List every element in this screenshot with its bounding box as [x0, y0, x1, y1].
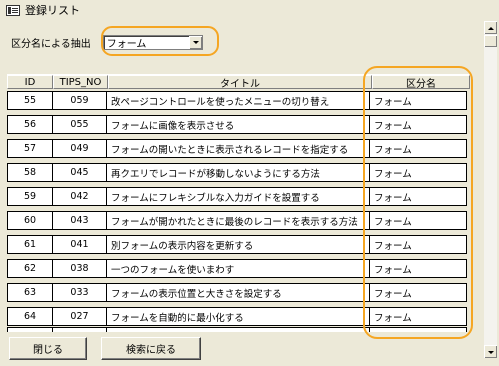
cell-id[interactable]: 57: [7, 139, 53, 158]
cell-category[interactable]: フォーム: [369, 211, 467, 230]
list-row[interactable]: 60 043 フォームが開かれたときに最後のレコードを表示する方法 フォーム: [7, 211, 467, 230]
list-row-partial: [7, 327, 467, 332]
cell-tips-no[interactable]: 045: [52, 163, 107, 182]
list-row[interactable]: 64 027 フォームを自動的に最小化する フォーム: [7, 307, 467, 326]
list-row[interactable]: 57 049 フォームの開いたときに表示されるレコードを指定する フォーム: [7, 139, 467, 158]
cell-category[interactable]: フォーム: [369, 259, 467, 278]
vertical-scrollbar[interactable]: [484, 21, 497, 358]
filter-row: 区分名による抽出 フォーム: [11, 32, 203, 52]
cell-title[interactable]: 再クエリでレコードが移動しないようにする方法: [106, 163, 370, 182]
column-header-tips-no: TIPS_NO: [53, 75, 108, 89]
scroll-thumb[interactable]: [484, 35, 497, 47]
cell-tips-no[interactable]: 049: [52, 139, 107, 158]
record-list: ID TIPS_NO タイトル 区分名 55 059 改ページコントロールを使っ…: [7, 74, 470, 332]
close-button[interactable]: 閉じる: [9, 337, 87, 360]
cell-title[interactable]: 一つのフォームを使いまわす: [106, 259, 370, 278]
column-header-id: ID: [7, 75, 53, 89]
cell-tips-no[interactable]: 033: [52, 283, 107, 302]
cell-category[interactable]: フォーム: [369, 91, 467, 110]
cell-category[interactable]: フォーム: [369, 235, 467, 254]
list-row[interactable]: 55 059 改ページコントロールを使ったメニューの切り替え フォーム: [7, 91, 467, 110]
cell-id[interactable]: 62: [7, 259, 53, 278]
cell-category[interactable]: フォーム: [369, 139, 467, 158]
cell-title[interactable]: フォームが開かれたときに最後のレコードを表示する方法: [106, 211, 370, 230]
cell-tips-no[interactable]: 043: [52, 211, 107, 230]
cell-id[interactable]: 61: [7, 235, 53, 254]
cell-title[interactable]: フォームの開いたときに表示されるレコードを指定する: [106, 139, 370, 158]
list-row[interactable]: 58 045 再クエリでレコードが移動しないようにする方法 フォーム: [7, 163, 467, 182]
cell-id[interactable]: 56: [7, 115, 53, 134]
filter-label: 区分名による抽出: [11, 38, 91, 50]
cell-tips-no[interactable]: 038: [52, 259, 107, 278]
cell-tips-no[interactable]: 042: [52, 187, 107, 206]
category-filter-value: フォーム: [106, 38, 147, 50]
cell-tips-no[interactable]: 059: [52, 91, 107, 110]
cell-title[interactable]: フォームに画像を表示させる: [106, 115, 370, 134]
cell-title[interactable]: 別フォームの表示内容を更新する: [106, 235, 370, 254]
cell-tips-no: [52, 327, 107, 332]
column-header-category: 区分名: [372, 75, 470, 90]
title-bar: 登録リスト: [0, 0, 499, 20]
list-row[interactable]: 59 042 フォームにフレキシブルな入力ガイドを設置する フォーム: [7, 187, 467, 206]
list-row[interactable]: 56 055 フォームに画像を表示させる フォーム: [7, 115, 467, 134]
cell-title[interactable]: フォームを自動的に最小化する: [106, 307, 370, 326]
cell-id[interactable]: 58: [7, 163, 53, 182]
cell-id[interactable]: 59: [7, 187, 53, 206]
cell-id[interactable]: 55: [7, 91, 53, 110]
cell-category[interactable]: フォーム: [369, 283, 467, 302]
list-row[interactable]: 62 038 一つのフォームを使いまわす フォーム: [7, 259, 467, 278]
cell-title[interactable]: 改ページコントロールを使ったメニューの切り替え: [106, 91, 370, 110]
cell-category[interactable]: フォーム: [369, 163, 467, 182]
category-filter-combobox[interactable]: フォーム: [102, 34, 203, 50]
cell-id[interactable]: 60: [7, 211, 53, 230]
list-row[interactable]: 61 041 別フォームの表示内容を更新する フォーム: [7, 235, 467, 254]
cell-title[interactable]: フォームにフレキシブルな入力ガイドを設置する: [106, 187, 370, 206]
cell-category[interactable]: フォーム: [369, 307, 467, 326]
cell-category: [369, 327, 467, 332]
scroll-down-icon[interactable]: [484, 345, 497, 358]
window-title: 登録リスト: [25, 4, 80, 17]
dropdown-arrow-icon[interactable]: [188, 35, 202, 49]
cell-id: [7, 327, 53, 332]
registration-list-window: 登録リスト 区分名による抽出 フォーム ID TIPS_NO タイトル 区分名 …: [0, 0, 499, 366]
scroll-up-icon[interactable]: [484, 21, 497, 34]
cell-id[interactable]: 63: [7, 283, 53, 302]
list-header: ID TIPS_NO タイトル 区分名: [7, 74, 470, 90]
list-row[interactable]: 63 033 フォームの表示位置と大きさを設定する フォーム: [7, 283, 467, 302]
form-window-icon: [6, 4, 20, 16]
cell-tips-no[interactable]: 027: [52, 307, 107, 326]
cell-title[interactable]: フォームの表示位置と大きさを設定する: [106, 283, 370, 302]
cell-category[interactable]: フォーム: [369, 187, 467, 206]
back-to-search-button[interactable]: 検索に戻る: [101, 337, 201, 360]
cell-tips-no[interactable]: 041: [52, 235, 107, 254]
cell-title: [106, 327, 370, 332]
cell-category[interactable]: フォーム: [369, 115, 467, 134]
cell-id[interactable]: 64: [7, 307, 53, 326]
cell-tips-no[interactable]: 055: [52, 115, 107, 134]
column-header-title: タイトル: [108, 75, 372, 90]
